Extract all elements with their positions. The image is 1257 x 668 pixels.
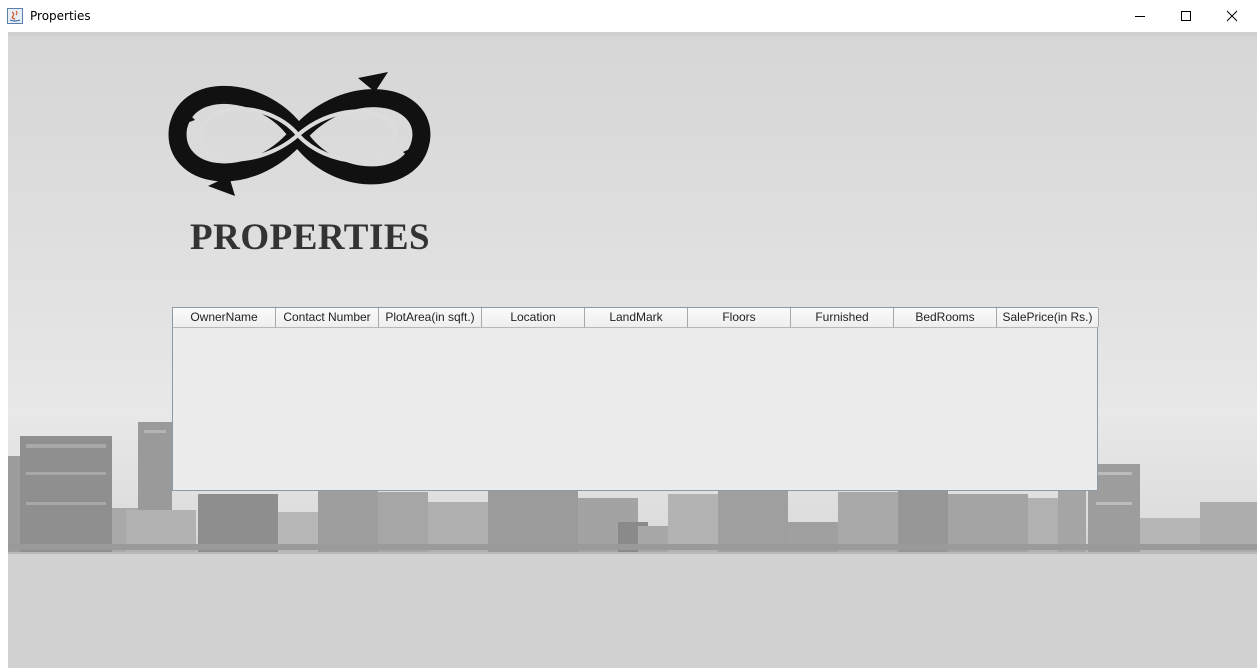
minimize-button[interactable] bbox=[1117, 0, 1163, 32]
close-icon bbox=[1226, 10, 1238, 22]
close-button[interactable] bbox=[1209, 0, 1255, 32]
column-header-owner-name[interactable]: OwnerName bbox=[173, 308, 276, 327]
table-body[interactable] bbox=[173, 328, 1097, 490]
column-header-furnished[interactable]: Furnished bbox=[791, 308, 894, 327]
column-header-bedrooms[interactable]: BedRooms bbox=[894, 308, 997, 327]
maximize-icon bbox=[1181, 11, 1191, 21]
window-title: Properties bbox=[30, 9, 91, 23]
infinity-logo-icon bbox=[168, 72, 431, 196]
java-app-icon bbox=[7, 8, 23, 24]
column-header-floors[interactable]: Floors bbox=[688, 308, 791, 327]
properties-table[interactable]: OwnerName Contact Number PlotArea(in sqf… bbox=[172, 307, 1099, 491]
column-header-sale-price[interactable]: SalePrice(in Rs.) bbox=[997, 308, 1099, 327]
table-header: OwnerName Contact Number PlotArea(in sqf… bbox=[173, 308, 1099, 328]
minimize-icon bbox=[1135, 16, 1145, 17]
column-header-contact-number[interactable]: Contact Number bbox=[276, 308, 379, 327]
column-header-plot-area[interactable]: PlotArea(in sqft.) bbox=[379, 308, 482, 327]
column-header-landmark[interactable]: LandMark bbox=[585, 308, 688, 327]
maximize-button[interactable] bbox=[1163, 0, 1209, 32]
title-bar: Properties bbox=[0, 0, 1257, 32]
column-header-location[interactable]: Location bbox=[482, 308, 585, 327]
brand-title: PROPERTIES bbox=[190, 217, 431, 258]
content-panel: PROPERTIES OwnerName Contact Number Plot… bbox=[8, 32, 1257, 668]
